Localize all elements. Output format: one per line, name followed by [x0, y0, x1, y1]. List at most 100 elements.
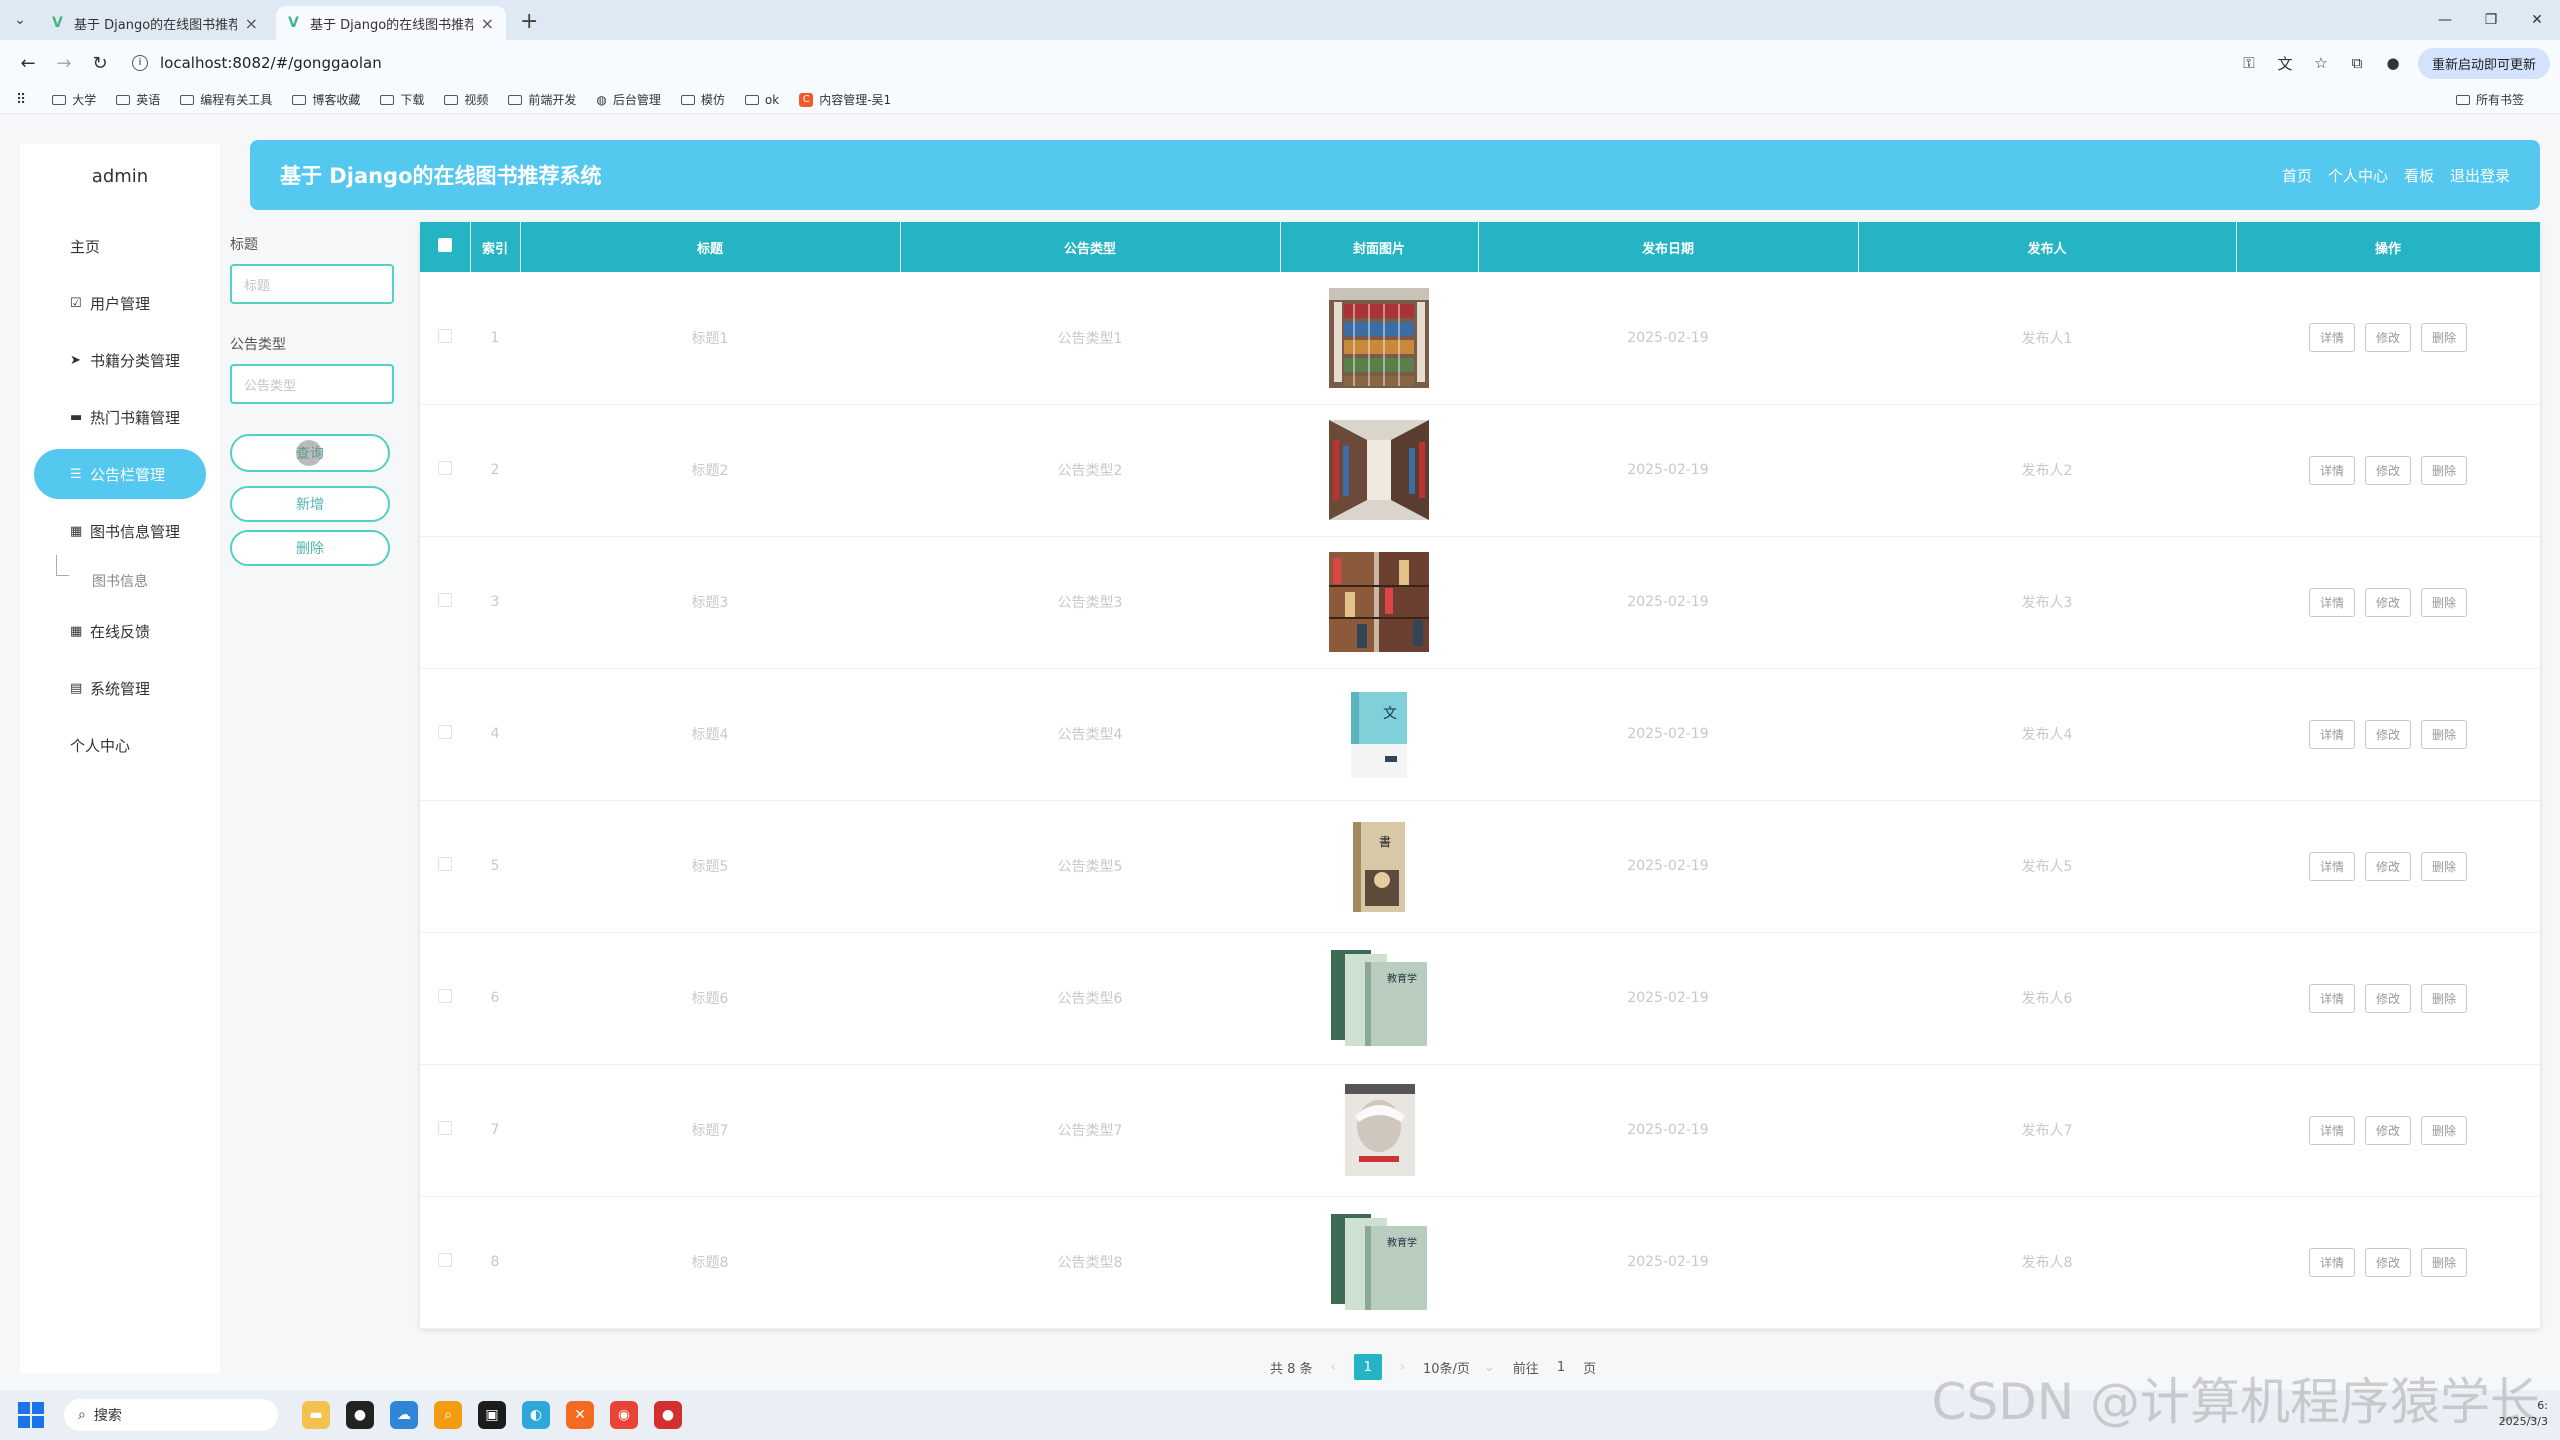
bookmark-folder[interactable]: 大学 [52, 91, 96, 108]
nav-home-link[interactable]: 首页 [2282, 165, 2312, 186]
edit-button[interactable]: 修改 [2364, 983, 2411, 1013]
select-all-checkbox[interactable] [437, 238, 452, 252]
browser-tab-2[interactable]: V 基于 Django的在线图书推荐系 × [276, 6, 506, 40]
row-checkbox[interactable] [438, 461, 452, 475]
edit-button[interactable]: 修改 [2364, 1115, 2411, 1145]
bookmark-folder[interactable]: 博客收藏 [292, 91, 360, 108]
detail-button[interactable]: 详情 [2308, 1247, 2355, 1277]
bookmark-folder[interactable]: 前端开发 [508, 91, 576, 108]
edit-button[interactable]: 修改 [2364, 851, 2411, 881]
qq-icon[interactable]: ● [346, 1401, 374, 1429]
recorder-icon[interactable]: ● [654, 1401, 682, 1429]
delete-button[interactable]: 删除 [230, 530, 390, 566]
select-all-cell[interactable] [420, 222, 471, 272]
edit-button[interactable]: 修改 [2364, 587, 2411, 617]
new-tab-icon[interactable]: + [520, 6, 538, 40]
detail-button[interactable]: 详情 [2308, 323, 2355, 353]
url-field[interactable]: i localhost:8082/#/gonggaolan [132, 54, 2238, 72]
row-delete-button[interactable]: 删除 [2421, 983, 2468, 1013]
detail-button[interactable]: 详情 [2308, 851, 2355, 881]
sidebar-item-system[interactable]: ▤ 系统管理 [34, 663, 206, 713]
nav-profile-link[interactable]: 个人中心 [2328, 165, 2388, 186]
detail-button[interactable]: 详情 [2308, 983, 2355, 1013]
all-bookmarks[interactable]: 所有书签 [2455, 91, 2524, 108]
star-icon[interactable]: ☆ [2310, 52, 2332, 74]
row-checkbox[interactable] [438, 1253, 452, 1267]
row-delete-button[interactable]: 删除 [2421, 455, 2468, 485]
row-checkbox[interactable] [438, 989, 452, 1003]
windows-start-icon[interactable] [18, 1402, 44, 1428]
detail-button[interactable]: 详情 [2308, 1115, 2355, 1145]
reload-icon[interactable]: ↻ [82, 45, 118, 81]
bookmark-link[interactable]: ◍ 后台管理 [596, 91, 661, 108]
goto-page-input[interactable]: 1 [1557, 1360, 1565, 1375]
cloud-icon[interactable]: ☁ [390, 1401, 418, 1429]
edit-button[interactable]: 修改 [2364, 719, 2411, 749]
sidebar-item-book-info[interactable]: ▦ 图书信息管理 [34, 506, 206, 556]
minimize-icon[interactable]: — [2422, 0, 2468, 40]
row-delete-button[interactable]: 删除 [2421, 323, 2468, 353]
page-number-current[interactable]: 1 [1353, 1354, 1382, 1380]
edit-button[interactable]: 修改 [2364, 1247, 2411, 1277]
row-checkbox[interactable] [438, 857, 452, 871]
bookmark-folder[interactable]: 模仿 [680, 91, 725, 108]
bookmark-folder[interactable]: ok [744, 93, 779, 107]
sidebar-item-feedback[interactable]: ▦ 在线反馈 [34, 606, 206, 656]
detail-button[interactable]: 详情 [2308, 455, 2355, 485]
pycharm-icon[interactable]: ▣ [478, 1401, 506, 1429]
row-delete-button[interactable]: 删除 [2421, 587, 2468, 617]
taskbar-search[interactable]: ⌕ 搜索 [64, 1399, 278, 1431]
row-checkbox[interactable] [438, 328, 452, 343]
type-search-input[interactable]: 公告类型 [230, 364, 394, 404]
sidebar-item-users[interactable]: ☑ 用户管理 [34, 278, 206, 328]
row-delete-button[interactable]: 删除 [2421, 1115, 2468, 1145]
nav-logout-link[interactable]: 退出登录 [2450, 165, 2510, 186]
row-delete-button[interactable]: 删除 [2421, 719, 2468, 749]
sidebar-item-announcements[interactable]: ☰ 公告栏管理 [34, 449, 206, 499]
site-info-icon[interactable]: i [132, 55, 148, 71]
row-checkbox[interactable] [438, 1121, 452, 1135]
chrome-icon[interactable]: ◉ [610, 1401, 638, 1429]
sidebar-item-book-categories[interactable]: ➤ 书籍分类管理 [34, 335, 206, 385]
apps-icon[interactable]: ⠿ [16, 92, 26, 108]
extensions-icon[interactable]: ⧉ [2346, 52, 2368, 74]
add-button[interactable]: 新增 [230, 486, 390, 522]
row-checkbox[interactable] [438, 725, 452, 739]
bookmark-folder[interactable]: 英语 [116, 91, 160, 108]
sidebar-item-home[interactable]: 主页 [34, 221, 206, 271]
update-button[interactable]: 重新启动即可更新 [2417, 47, 2550, 79]
detail-button[interactable]: 详情 [2308, 587, 2355, 617]
next-page-icon[interactable]: › [1400, 1360, 1405, 1375]
prev-page-icon[interactable]: ‹ [1331, 1360, 1336, 1375]
nav-dashboard-link[interactable]: 看板 [2404, 165, 2434, 186]
bookmark-folder[interactable]: 编程有关工具 [180, 91, 272, 108]
forward-icon[interactable]: → [46, 45, 82, 81]
bookmark-folder[interactable]: 视频 [444, 91, 488, 108]
tab-search-icon[interactable]: ⌄ [0, 0, 40, 40]
row-checkbox[interactable] [438, 593, 452, 607]
edit-button[interactable]: 修改 [2364, 323, 2411, 353]
sidebar-item-profile[interactable]: 个人中心 [34, 720, 206, 770]
row-delete-button[interactable]: 删除 [2421, 851, 2468, 881]
close-icon[interactable]: × [245, 14, 258, 33]
maximize-icon[interactable]: ❐ [2468, 0, 2514, 40]
profile-icon[interactable]: ● [2382, 52, 2404, 74]
bookmark-link[interactable]: C 内容管理-吴1 [799, 91, 891, 108]
translate-icon[interactable]: 文 [2274, 52, 2296, 74]
title-search-input[interactable]: 标题 [230, 264, 394, 304]
search-tool-icon[interactable]: ⌕ [434, 1401, 462, 1429]
row-delete-button[interactable]: 删除 [2421, 1247, 2468, 1277]
edit-button[interactable]: 修改 [2364, 455, 2411, 485]
close-icon[interactable]: × [481, 14, 494, 33]
close-window-icon[interactable]: ✕ [2514, 0, 2560, 40]
key-icon[interactable]: ⚿ [2238, 52, 2260, 74]
file-explorer-icon[interactable]: ▬ [302, 1401, 330, 1429]
sidebar-subitem-book-info[interactable]: 图书信息 [20, 555, 220, 599]
browser-tab-1[interactable]: V 基于 Django的在线图书推荐系 × [40, 6, 270, 40]
sidebar-item-hot-books[interactable]: ▬ 热门书籍管理 [34, 392, 206, 442]
page-size-select[interactable]: 10条/页 ⌄ [1423, 1358, 1495, 1377]
edge-icon[interactable]: ◐ [522, 1401, 550, 1429]
back-icon[interactable]: ← [10, 45, 46, 81]
bookmark-folder[interactable]: 下载 [380, 91, 424, 108]
query-button[interactable]: 查询 [230, 434, 390, 472]
